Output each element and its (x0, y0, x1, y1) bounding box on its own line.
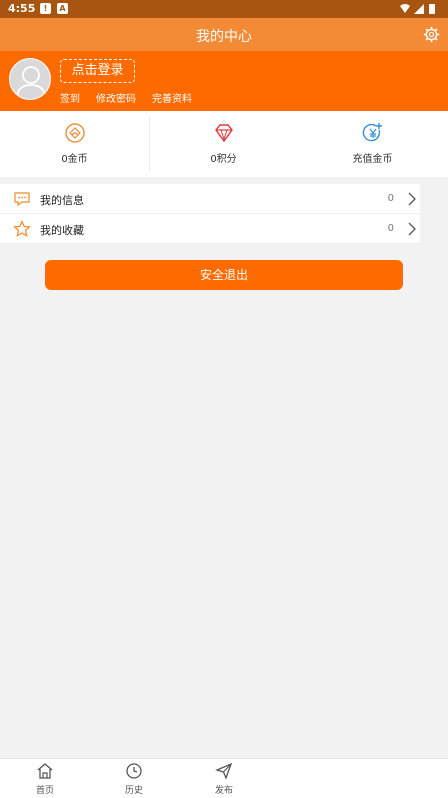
menu-item-messages[interactable]: 我的信息 0 (0, 184, 420, 214)
profile-panel: 点击登录 签到 修改密码 完善资料 (0, 51, 448, 111)
login-button[interactable]: 点击登录 (60, 59, 135, 83)
tab-label: 历史 (124, 786, 143, 796)
menu-item-count: 0 (387, 193, 394, 204)
chevron-right-icon (408, 192, 416, 206)
menu-item-favorites[interactable]: 我的收藏 0 (0, 214, 420, 244)
menu-item-label: 我的收藏 (40, 224, 84, 237)
wifi-icon (400, 4, 410, 13)
send-icon (215, 762, 233, 780)
recharge-label: 充值金币 (352, 154, 393, 165)
tab-home[interactable]: 首页 (15, 759, 75, 798)
checkin-link[interactable]: 签到 (60, 90, 80, 105)
bottom-tab-bar: 首页 历史 发布 (0, 758, 448, 798)
coin-icon (64, 123, 85, 143)
home-icon (37, 763, 53, 779)
status-time: 4:55 (8, 2, 36, 15)
clock-icon (126, 763, 142, 779)
coins-label: 0金币 (61, 154, 88, 165)
gear-icon[interactable] (423, 26, 440, 43)
message-icon (14, 192, 30, 207)
status-bar: 4:55 ! A (0, 0, 448, 18)
status-icons (400, 4, 435, 14)
alert-icon: ! (40, 3, 51, 14)
stats-panel: 0金币 0积分 充值金币 (0, 111, 448, 177)
change-password-link[interactable]: 修改密码 (96, 90, 136, 105)
battery-icon (429, 4, 435, 14)
chevron-right-icon (408, 222, 416, 236)
tab-label: 发布 (214, 786, 233, 796)
menu-item-label: 我的信息 (40, 194, 84, 207)
recharge-coin-icon (362, 123, 382, 142)
page-title: 我的中心 (196, 29, 252, 45)
tab-publish[interactable]: 发布 (194, 759, 254, 798)
points-label: 0积分 (210, 154, 237, 165)
menu-item-count: 0 (387, 223, 394, 234)
tab-history[interactable]: 历史 (104, 759, 164, 798)
a-icon: A (57, 3, 68, 14)
complete-profile-link[interactable]: 完善资料 (152, 90, 192, 105)
user-silhouette-icon (16, 66, 46, 98)
tab-label: 首页 (35, 786, 54, 796)
menu-list: 我的信息 0 我的收藏 0 (0, 184, 420, 244)
recharge-stat[interactable]: 充值金币 (298, 111, 447, 177)
coins-stat[interactable]: 0金币 (0, 111, 149, 177)
avatar[interactable] (9, 58, 51, 100)
star-icon (13, 220, 31, 238)
logout-button[interactable]: 安全退出 (45, 260, 403, 290)
diamond-icon (214, 124, 233, 143)
points-stat[interactable]: 0积分 (149, 111, 298, 177)
signal-icon (414, 4, 424, 14)
header: 我的中心 (0, 18, 448, 51)
